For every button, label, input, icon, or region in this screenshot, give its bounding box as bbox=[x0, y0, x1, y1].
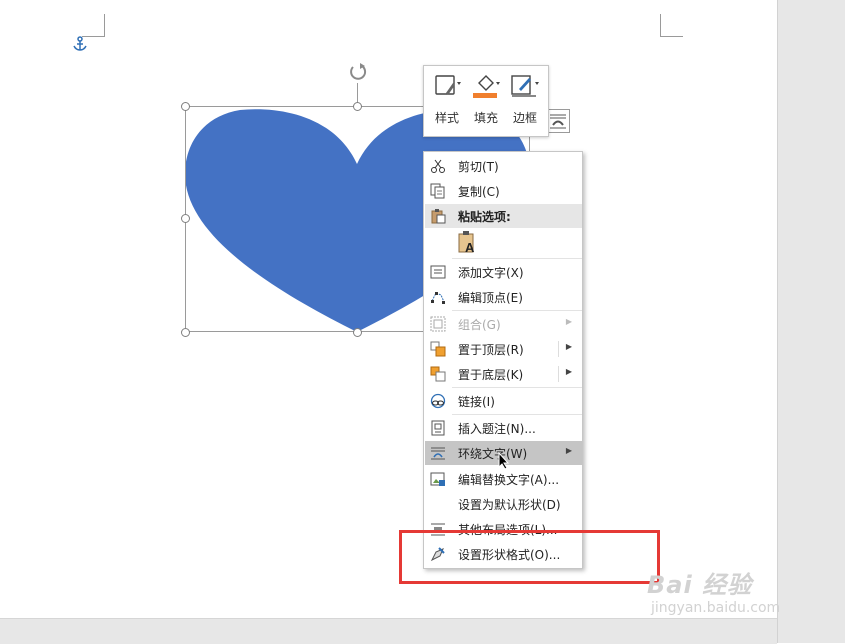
style-button[interactable]: 样式 bbox=[428, 70, 466, 130]
menu-item-label: 编辑替换文字(A)... bbox=[458, 473, 560, 487]
link-icon bbox=[430, 393, 446, 409]
resize-handle-n[interactable] bbox=[353, 102, 362, 111]
rotate-handle-icon[interactable] bbox=[347, 61, 369, 83]
menu-separator bbox=[452, 414, 582, 415]
border-label: 边框 bbox=[512, 111, 537, 125]
menu-item-set-default-shape[interactable]: 设置为默认形状(D) bbox=[425, 492, 582, 516]
submenu-arrow-icon: ▶ bbox=[565, 317, 572, 326]
submenu-arrow-icon: ▶ bbox=[565, 446, 572, 455]
group-icon bbox=[430, 316, 446, 332]
watermark: Bai 经验 jingyan.baidu.com bbox=[647, 565, 797, 625]
layout-options-icon bbox=[550, 114, 566, 129]
resize-handle-w[interactable] bbox=[181, 214, 190, 223]
mini-toolbar: 样式 填充 边框 bbox=[423, 65, 549, 137]
menu-item-edit-alt-text[interactable]: 编辑替换文字(A)... bbox=[425, 467, 582, 491]
svg-text:A: A bbox=[465, 240, 475, 254]
menu-item-label: 复制(C) bbox=[458, 185, 500, 199]
paste-icon bbox=[431, 209, 446, 224]
split-divider bbox=[558, 366, 559, 382]
menu-item-bring-to-front[interactable]: 置于顶层(R) ▶ bbox=[425, 337, 582, 361]
anchor-icon bbox=[73, 36, 87, 51]
menu-item-label: 置于底层(K) bbox=[458, 368, 524, 382]
menu-item-insert-caption[interactable]: 插入题注(N)... bbox=[425, 416, 582, 440]
menu-item-copy[interactable]: 复制(C) bbox=[425, 179, 582, 203]
menu-item-label: 环绕文字(W) bbox=[458, 447, 528, 461]
mouse-cursor-icon bbox=[498, 452, 510, 470]
menu-item-label: 置于顶层(R) bbox=[458, 343, 524, 357]
menu-item-group[interactable]: 组合(G) ▶ bbox=[425, 312, 582, 336]
menu-item-label: 剪切(T) bbox=[458, 160, 499, 174]
menu-separator bbox=[452, 310, 582, 311]
resize-handle-sw[interactable] bbox=[181, 328, 190, 337]
paste-keep-text-icon[interactable]: A bbox=[457, 230, 477, 254]
menu-item-link[interactable]: 链接(I) bbox=[425, 389, 582, 413]
rotation-stem bbox=[357, 83, 358, 103]
menu-item-label: 设置为默认形状(D) bbox=[458, 498, 561, 512]
menu-item-label: 粘贴选项: bbox=[458, 210, 511, 224]
submenu-arrow-icon[interactable]: ▶ bbox=[566, 367, 572, 376]
watermark-logo: Bai 经验 bbox=[647, 571, 753, 599]
watermark-url: jingyan.baidu.com bbox=[651, 600, 781, 616]
send-to-back-icon bbox=[430, 366, 446, 382]
insert-caption-icon bbox=[431, 420, 445, 436]
page-corner-mark-left bbox=[82, 14, 105, 37]
menu-item-label: 添加文字(X) bbox=[458, 266, 524, 280]
add-text-icon bbox=[430, 265, 446, 279]
copy-icon bbox=[430, 183, 445, 199]
menu-header-paste-options: 粘贴选项: bbox=[425, 204, 582, 228]
alt-text-icon bbox=[430, 472, 445, 486]
page-corner-mark-right bbox=[660, 14, 683, 37]
border-pen-icon bbox=[511, 75, 539, 97]
border-button[interactable]: 边框 bbox=[506, 70, 544, 130]
menu-item-label: 插入题注(N)... bbox=[458, 422, 536, 436]
context-menu: 剪切(T) 复制(C) 粘贴选项: A 添加文字(X) 编辑顶点(E) 组合(G… bbox=[423, 151, 583, 569]
menu-item-add-text[interactable]: 添加文字(X) bbox=[425, 260, 582, 284]
menu-item-send-to-back[interactable]: 置于底层(K) ▶ bbox=[425, 362, 582, 386]
menu-item-label: 链接(I) bbox=[458, 395, 495, 409]
menu-separator bbox=[452, 258, 582, 259]
style-label: 样式 bbox=[434, 111, 459, 125]
resize-handle-s[interactable] bbox=[353, 328, 362, 337]
shape-style-icon bbox=[435, 75, 461, 95]
bring-to-front-icon bbox=[430, 341, 446, 357]
fill-bucket-icon bbox=[473, 75, 500, 98]
menu-item-label: 编辑顶点(E) bbox=[458, 291, 523, 305]
fill-label: 填充 bbox=[473, 111, 498, 125]
right-margin-area bbox=[777, 0, 845, 643]
resize-handle-nw[interactable] bbox=[181, 102, 190, 111]
menu-item-label: 组合(G) bbox=[458, 318, 501, 332]
edit-points-icon bbox=[431, 292, 445, 304]
menu-separator bbox=[452, 387, 582, 388]
scissors-icon bbox=[431, 159, 445, 173]
menu-item-edit-points[interactable]: 编辑顶点(E) bbox=[425, 285, 582, 309]
wrap-text-icon bbox=[431, 447, 445, 460]
layout-options-button[interactable] bbox=[546, 109, 570, 133]
menu-item-cut[interactable]: 剪切(T) bbox=[425, 154, 582, 178]
split-divider bbox=[558, 341, 559, 357]
fill-button[interactable]: 填充 bbox=[467, 70, 505, 130]
submenu-arrow-icon[interactable]: ▶ bbox=[566, 342, 572, 351]
highlight-box bbox=[399, 530, 660, 584]
